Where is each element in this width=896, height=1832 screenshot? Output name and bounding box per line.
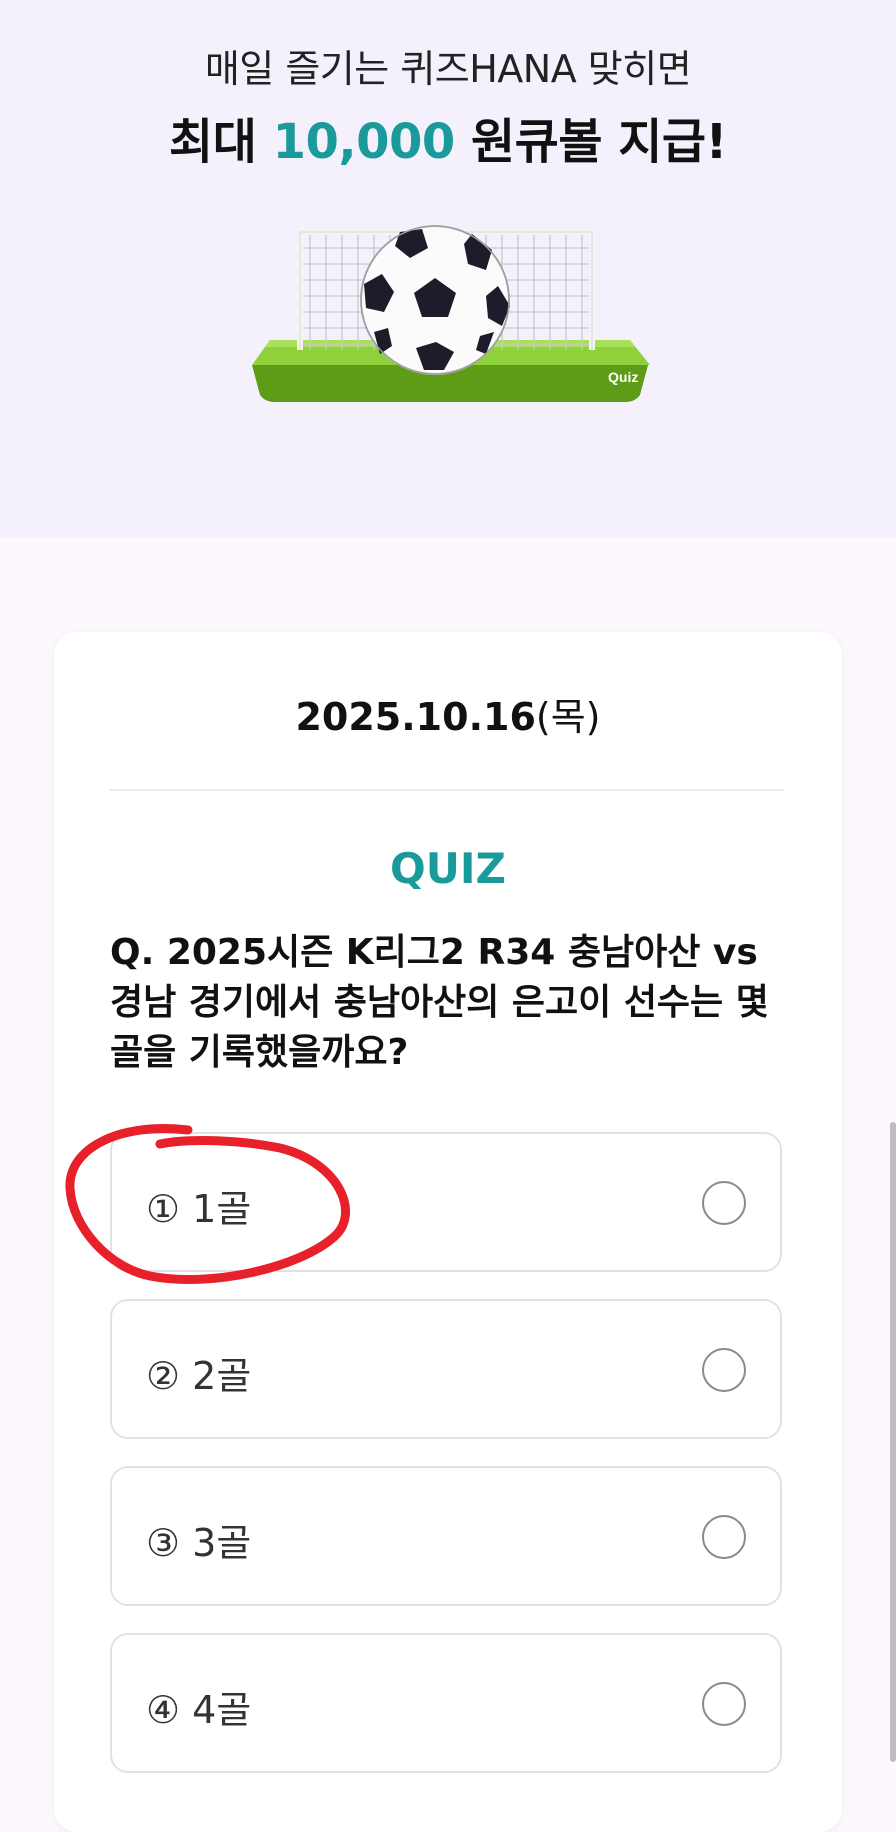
hero-title-suffix: 원큐볼 지급! (454, 114, 727, 170)
radio-button[interactable] (702, 1348, 746, 1392)
answer-option-1[interactable]: ① 1골 (110, 1132, 782, 1272)
hero-title-prefix: 최대 (169, 114, 273, 170)
quiz-date-value: 2025.10.16 (295, 695, 536, 739)
quiz-card: 2025.10.16(목) QUIZ Q. 2025시즌 K리그2 R34 충남… (54, 632, 842, 1832)
radio-button[interactable] (702, 1682, 746, 1726)
scrollbar[interactable] (890, 1122, 896, 1762)
hero-banner: 매일 즐기는 퀴즈HANA 맞히면 최대 10,000 원큐볼 지급! Quiz (0, 0, 896, 538)
answer-option-label: ① 1골 (146, 1187, 252, 1231)
radio-button[interactable] (702, 1181, 746, 1225)
quiz-badge-text: Quiz (608, 369, 638, 385)
quiz-question: Q. 2025시즌 K리그2 R34 충남아산 vs 경남 경기에서 충남아산의… (110, 932, 769, 1073)
hero-subtitle: 매일 즐기는 퀴즈HANA 맞히면 (204, 47, 692, 91)
answer-option-label: ② 2골 (146, 1354, 252, 1398)
answer-option-2[interactable]: ② 2골 (110, 1299, 782, 1439)
radio-button[interactable] (702, 1515, 746, 1559)
quiz-day-of-week: (목) (535, 695, 601, 739)
quiz-date: 2025.10.16(목) (54, 686, 842, 741)
soccer-goal-illustration: Quiz (252, 225, 650, 402)
answer-option-label: ③ 3골 (146, 1521, 252, 1565)
hero-title-amount: 10,000 (272, 114, 456, 170)
answer-option-4[interactable]: ④ 4골 (110, 1633, 782, 1773)
quiz-label: QUIZ (390, 844, 506, 893)
divider (110, 789, 784, 791)
answer-option-3[interactable]: ③ 3골 (110, 1466, 782, 1606)
answer-option-label: ④ 4골 (146, 1688, 252, 1732)
hero-title: 최대 10,000 원큐볼 지급! (0, 102, 896, 172)
